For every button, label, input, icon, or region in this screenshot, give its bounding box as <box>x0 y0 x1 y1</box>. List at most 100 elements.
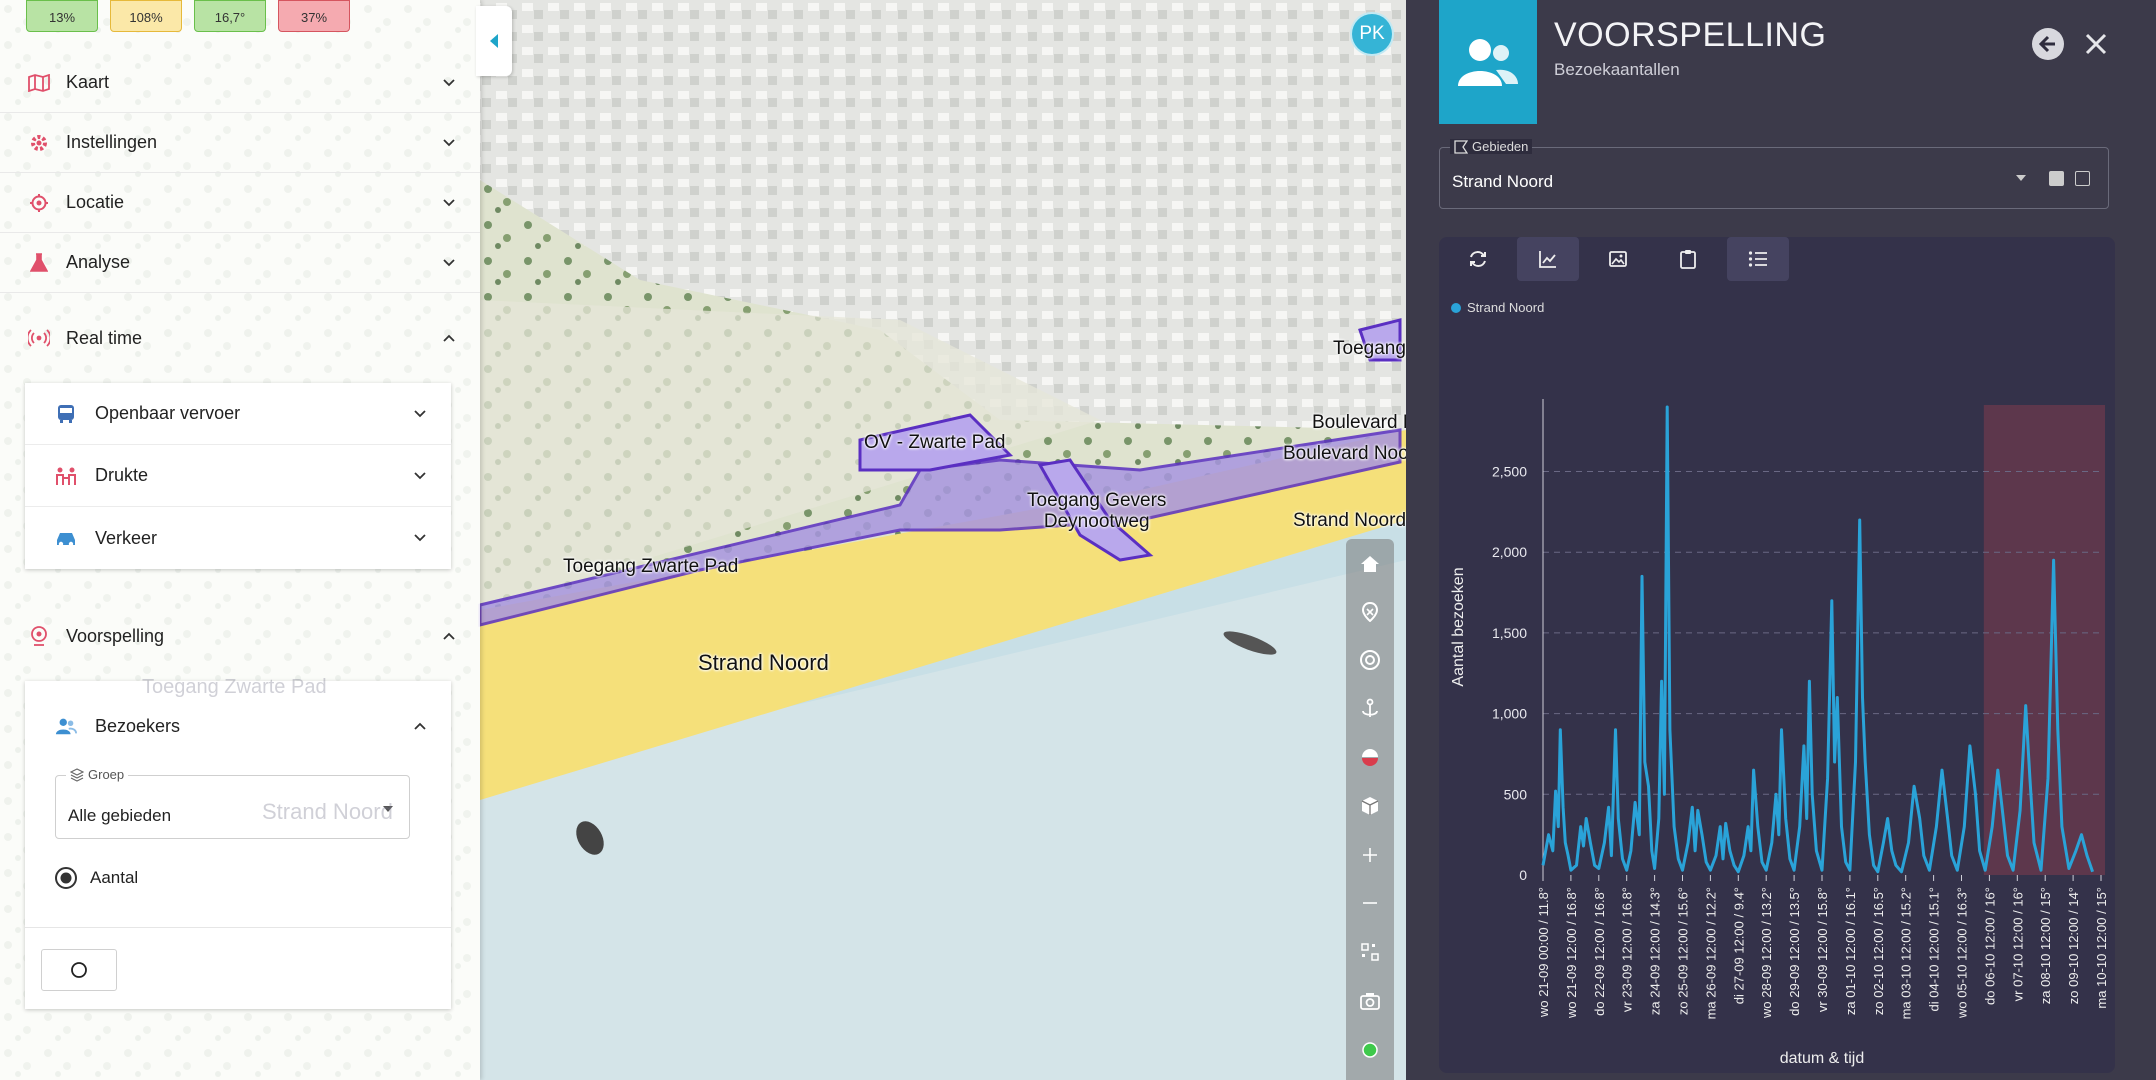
y-tick-label: 1,000 <box>1492 706 1527 722</box>
x-tick-label: ma 03-10 12:00 / 15.2° <box>1899 887 1914 1019</box>
close-button[interactable] <box>2078 26 2114 62</box>
chevron-down-icon <box>443 198 455 206</box>
area-legend-label: Gebieden <box>1472 139 1529 154</box>
arrow-left-icon <box>2032 28 2064 60</box>
minus-icon[interactable] <box>1346 881 1394 925</box>
menu-item-realtime[interactable]: Real time <box>0 308 480 368</box>
layers-icon <box>70 767 84 782</box>
y-tick-label: 500 <box>1504 786 1528 802</box>
flask-icon <box>28 252 50 274</box>
collapse-sidebar-button[interactable] <box>476 6 512 76</box>
menu-label: Kaart <box>66 72 110 92</box>
target-icon[interactable] <box>1346 638 1394 682</box>
qr-icon[interactable] <box>1346 930 1394 974</box>
menu-item-kaart[interactable]: Kaart <box>0 53 480 113</box>
x-tick-label: vr 07-10 12:00 / 16° <box>2010 887 2025 1001</box>
x-tick-label: wo 21-09 00:00 / 11.8° <box>1536 887 1551 1018</box>
radio-aantal[interactable]: Aantal <box>54 866 138 890</box>
map-label-boulevard-midden: Boulevard Midden <box>1312 412 1406 433</box>
panel-subtitle: Bezoekaantallen <box>1554 60 1680 79</box>
x-tick-label: di 04-10 12:00 / 15.1° <box>1927 887 1942 1011</box>
submenu-item-drukte[interactable]: Drukte <box>25 445 451 507</box>
users-icon <box>1439 0 1537 124</box>
kpi-badge[interactable]: 108% <box>110 0 182 32</box>
x-axis-label: datum & tijd <box>1780 1050 1864 1067</box>
forecast-icon <box>28 625 50 647</box>
caret-left-icon <box>490 34 498 48</box>
chevron-up-icon <box>443 632 455 640</box>
map-toolbar <box>1346 539 1394 1080</box>
back-button[interactable] <box>2030 26 2066 62</box>
y-axis-label: Aantal bezoeken <box>1450 567 1467 686</box>
secondary-action-button[interactable] <box>41 949 117 991</box>
menu-item-locatie[interactable]: Locatie <box>0 173 480 233</box>
status-dot-icon <box>1346 1028 1394 1072</box>
realtime-submenu: Openbaar vervoer Drukte Verkeer <box>25 383 451 569</box>
submenu-label: Verkeer <box>95 527 158 548</box>
anchor-icon[interactable] <box>1346 687 1394 731</box>
radio-selected-icon <box>55 867 77 889</box>
x-tick-label: wo 28-09 12:00 / 13.2° <box>1759 887 1774 1019</box>
chevron-down-icon <box>414 409 426 417</box>
select-all-checkbox[interactable] <box>2049 171 2064 186</box>
menu-label: Voorspelling <box>66 625 165 646</box>
chevron-down-icon <box>443 78 455 86</box>
x-tick-label: zo 25-09 12:00 / 15.6° <box>1676 887 1691 1015</box>
area-legend: Gebieden <box>1450 139 1533 154</box>
map-label-ov-zwarte-pad: OV - Zwarte Pad <box>864 432 1006 453</box>
map-label-strand-noord: Strand Noord <box>698 650 829 675</box>
submenu-label: Bezoekers <box>95 715 181 736</box>
x-tick-label: do 22-09 12:00 / 16.8° <box>1592 887 1607 1016</box>
y-tick-label: 1,500 <box>1492 625 1527 641</box>
forecast-panel: VOORSPELLING Bezoekaantallen Gebieden St… <box>1406 0 2156 1080</box>
x-tick-label: zo 02-10 12:00 / 16.5° <box>1871 887 1886 1015</box>
bus-icon <box>55 403 77 425</box>
x-tick-label: za 08-10 12:00 / 15° <box>2038 887 2053 1004</box>
kpi-badge[interactable]: 16,7° <box>194 0 266 32</box>
menu-label: Instellingen <box>66 132 158 152</box>
radio-label: Aantal <box>90 868 139 887</box>
menu-item-analyse[interactable]: Analyse <box>0 233 480 293</box>
x-tick-label: vr 30-09 12:00 / 15.8° <box>1815 887 1830 1012</box>
x-tick-label: do 06-10 12:00 / 16° <box>1982 887 1997 1005</box>
menu-label: Analyse <box>66 252 131 272</box>
area-select-value: Strand Noord <box>1452 172 1554 191</box>
x-tick-label: vr 23-09 12:00 / 16.8° <box>1620 887 1635 1012</box>
group-legend: Groep <box>66 767 129 782</box>
chevron-up-icon <box>414 722 426 730</box>
visits-line-chart[interactable]: 0 500 1,000 1,500 2,000 2,500 wo 21-09 00:00 … <box>1439 237 2115 1073</box>
weather-icon[interactable] <box>1346 735 1394 779</box>
area-icon <box>1454 139 1468 154</box>
submenu-item-verkeer[interactable]: Verkeer <box>25 507 451 569</box>
area-select[interactable]: Gebieden Strand Noord <box>1439 139 2109 209</box>
kpi-badge[interactable]: 13% <box>26 0 98 32</box>
user-avatar[interactable]: PK <box>1350 12 1394 56</box>
y-tick-label: 2,500 <box>1492 464 1527 480</box>
map-label-line: Toegang Gevers <box>1027 490 1167 511</box>
x-tick-label: za 24-09 12:00 / 14.3° <box>1648 887 1663 1015</box>
deselect-all-checkbox[interactable] <box>2075 171 2090 186</box>
chart-card: Strand Noord 0 500 1,000 1,500 2,000 2,500 wo… <box>1439 237 2115 1073</box>
cube-icon[interactable] <box>1346 784 1394 828</box>
map-label-ghost-strand: Strand Noord <box>262 799 393 824</box>
x-tick-label: ma 10-10 12:00 / 15° <box>2094 887 2109 1009</box>
camera-icon[interactable] <box>1346 979 1394 1023</box>
chevron-down-icon <box>443 258 455 266</box>
home-icon[interactable] <box>1346 542 1394 586</box>
forecast-submenu: Bezoekers <box>25 681 451 1009</box>
kpi-badge[interactable]: 37% <box>278 0 350 32</box>
menu-item-voorspelling[interactable]: Voorspelling <box>0 606 480 666</box>
circle-icon <box>71 962 87 978</box>
car-icon <box>55 527 77 549</box>
plus-icon[interactable] <box>1346 833 1394 877</box>
menu-item-instellingen[interactable]: Instellingen <box>0 113 480 173</box>
dropdown-arrow-icon <box>2016 175 2026 181</box>
map-label-strand-noord-right: Strand Noord <box>1293 510 1406 531</box>
y-tick-label: 2,000 <box>1492 544 1527 560</box>
divider <box>25 927 451 928</box>
location-pin-icon[interactable] <box>1346 590 1394 634</box>
x-tick-label: wo 21-09 12:00 / 16.8° <box>1564 887 1579 1019</box>
chevron-down-icon <box>443 138 455 146</box>
submenu-item-ov[interactable]: Openbaar vervoer <box>25 383 451 445</box>
x-tick-label: do 29-09 12:00 / 13.5° <box>1787 887 1802 1016</box>
